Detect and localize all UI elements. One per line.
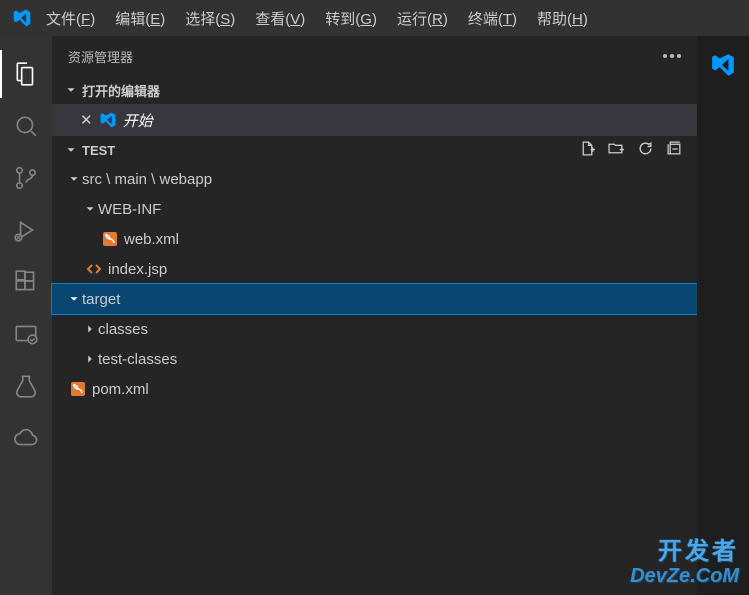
activity-extensions[interactable] (0, 256, 52, 308)
titlebar: 文件(F) 编辑(E) 选择(S) 查看(V) 转到(G) 运行(R) 终端(T… (0, 0, 749, 36)
sidebar-title: 资源管理器 (68, 47, 133, 66)
collapse-all-icon[interactable] (666, 140, 683, 160)
sidebar-header: 资源管理器 (52, 36, 697, 76)
menu-edit[interactable]: 编辑(E) (105, 2, 175, 35)
refresh-icon[interactable] (637, 140, 654, 160)
chevron-down-icon (82, 202, 98, 216)
vscode-app-icon (8, 8, 36, 28)
activity-explorer[interactable] (0, 48, 52, 100)
tree-folder[interactable]: classes (52, 314, 697, 344)
menu-go[interactable]: 转到(G) (315, 2, 387, 35)
menu-selection[interactable]: 选择(S) (175, 2, 245, 35)
close-icon[interactable]: ✕ (80, 111, 93, 129)
new-folder-icon[interactable] (608, 140, 625, 160)
tree-file[interactable]: pom.xml (52, 374, 697, 404)
project-name: TEST (82, 143, 115, 158)
chevron-down-icon (66, 292, 82, 306)
tree-label: target (82, 291, 120, 308)
activity-testing[interactable] (0, 360, 52, 412)
tree-label: index.jsp (108, 261, 167, 278)
tree-folder[interactable]: WEB-INF (52, 194, 697, 224)
tree-label: pom.xml (92, 381, 149, 398)
activity-bar (0, 36, 52, 595)
tree-label: WEB-INF (98, 201, 161, 218)
chevron-down-icon (64, 83, 78, 97)
chevron-down-icon (66, 172, 82, 186)
open-editor-label: 开始 (123, 110, 153, 131)
menu-help[interactable]: 帮助(H) (527, 2, 598, 35)
menu-file[interactable]: 文件(F) (36, 2, 105, 35)
activity-source-control[interactable] (0, 152, 52, 204)
open-editors-header[interactable]: 打开的编辑器 (52, 76, 697, 104)
activity-debug[interactable] (0, 204, 52, 256)
tree-file[interactable]: web.xml (52, 224, 697, 254)
file-tree: src \ main \ webapp WEB-INF web.xml inde… (52, 164, 697, 404)
chevron-right-icon (82, 322, 98, 336)
menu-run[interactable]: 运行(R) (387, 2, 458, 35)
vscode-icon (710, 52, 736, 81)
more-actions-icon[interactable] (663, 54, 681, 58)
menubar: 文件(F) 编辑(E) 选择(S) 查看(V) 转到(G) 运行(R) 终端(T… (36, 2, 598, 35)
chevron-right-icon (82, 352, 98, 366)
project-header[interactable]: TEST (52, 136, 697, 164)
tree-label: classes (98, 321, 148, 338)
tree-label: src \ main \ webapp (82, 171, 212, 188)
tree-label: test-classes (98, 351, 177, 368)
chevron-down-icon (64, 143, 78, 157)
menu-terminal[interactable]: 终端(T) (458, 2, 527, 35)
code-file-icon (84, 261, 104, 277)
tree-file[interactable]: index.jsp (52, 254, 697, 284)
tree-folder[interactable]: src \ main \ webapp (52, 164, 697, 194)
activity-remote[interactable] (0, 308, 52, 360)
xml-file-icon (100, 231, 120, 247)
new-file-icon[interactable] (579, 140, 596, 160)
right-strip (697, 36, 749, 595)
project-actions (579, 140, 691, 160)
tree-folder[interactable]: target (52, 284, 697, 314)
tree-label: web.xml (124, 231, 179, 248)
tree-folder[interactable]: test-classes (52, 344, 697, 374)
menu-view[interactable]: 查看(V) (245, 2, 315, 35)
activity-search[interactable] (0, 100, 52, 152)
activity-cloud[interactable] (0, 412, 52, 464)
vscode-icon (99, 111, 117, 129)
xml-file-icon (68, 381, 88, 397)
explorer-sidebar: 资源管理器 打开的编辑器 ✕ 开始 TEST (52, 36, 697, 595)
open-editors-label: 打开的编辑器 (82, 81, 160, 100)
open-editor-item[interactable]: ✕ 开始 (52, 104, 697, 136)
